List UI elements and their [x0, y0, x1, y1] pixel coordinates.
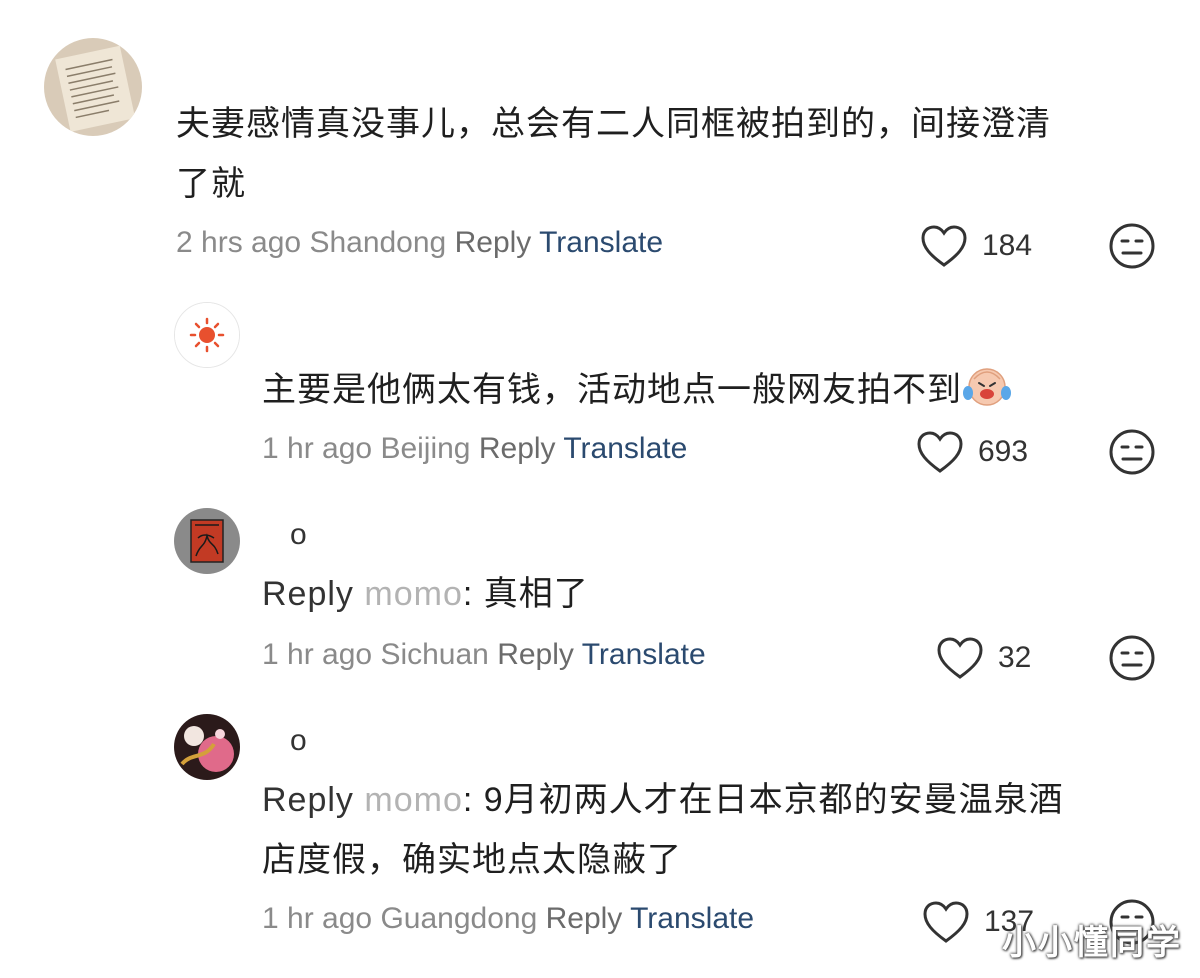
username[interactable]: o	[290, 518, 307, 552]
watermark: 小小懂同学	[1002, 924, 1182, 962]
dislike-button[interactable]	[1108, 634, 1156, 682]
comment-meta: 1 hr ago Beijing Reply Translate	[262, 432, 687, 466]
location: Guangdong	[380, 902, 538, 935]
crying-laughing-emoji-icon	[962, 363, 1012, 428]
comment-text: 夫妻感情真没事儿，总会有二人同框被拍到的，间接澄清 了就	[176, 105, 1051, 203]
heart-outline-icon	[920, 224, 968, 268]
location: Beijing	[380, 432, 471, 465]
translate-button[interactable]: Translate	[539, 226, 663, 259]
reply-button[interactable]: Reply	[546, 902, 623, 935]
timestamp: 1 hr ago	[262, 638, 373, 671]
heart-outline-icon	[936, 636, 984, 680]
translate-button[interactable]: Translate	[630, 902, 754, 935]
timestamp: 1 hr ago	[262, 902, 373, 935]
avatar[interactable]	[174, 302, 240, 368]
comment-meta: 1 hr ago Sichuan Reply Translate	[262, 638, 706, 672]
translate-button[interactable]: Translate	[563, 432, 687, 465]
comment-text: Reply momo: 9月初两人才在日本京都的安曼温泉酒 店度假，确实地点太隐…	[262, 781, 1064, 879]
location: Sichuan	[380, 638, 489, 671]
translate-button[interactable]: Translate	[582, 638, 706, 671]
like-count: 693	[978, 435, 1029, 468]
comment-meta: 1 hr ago Guangdong Reply Translate	[262, 902, 754, 936]
avatar[interactable]	[174, 714, 240, 780]
like-count: 184	[982, 229, 1033, 262]
neutral-face-icon	[1108, 634, 1156, 682]
comment-text: 主要是他俩太有钱，活动地点一般网友拍不到	[262, 360, 1162, 428]
like-button[interactable]: 184	[920, 224, 1032, 268]
reply-to-username[interactable]: momo	[364, 575, 462, 613]
reply-button[interactable]: Reply	[497, 638, 574, 671]
comment-text: Reply momo: 真相了	[262, 575, 589, 613]
reply-prefix: Reply	[262, 575, 354, 613]
comment-meta: 2 hrs ago Shandong Reply Translate	[176, 226, 663, 260]
like-button[interactable]: 32	[936, 636, 1031, 680]
heart-outline-icon	[922, 900, 970, 944]
reply-prefix: Reply	[262, 781, 354, 819]
timestamp: 2 hrs ago	[176, 226, 302, 259]
heart-outline-icon	[916, 430, 964, 474]
neutral-face-icon	[1108, 428, 1156, 476]
avatar[interactable]	[174, 508, 240, 574]
reply-button[interactable]: Reply	[479, 432, 556, 465]
reply-to-username[interactable]: momo	[364, 781, 462, 819]
dislike-button[interactable]	[1108, 222, 1156, 270]
avatar[interactable]	[44, 38, 142, 136]
like-button[interactable]: 693	[916, 430, 1028, 474]
like-count: 32	[998, 641, 1032, 674]
neutral-face-icon	[1108, 222, 1156, 270]
dislike-button[interactable]	[1108, 428, 1156, 476]
location: Shandong	[309, 226, 447, 259]
timestamp: 1 hr ago	[262, 432, 373, 465]
reply-button[interactable]: Reply	[455, 226, 532, 259]
username[interactable]: o	[290, 724, 307, 758]
